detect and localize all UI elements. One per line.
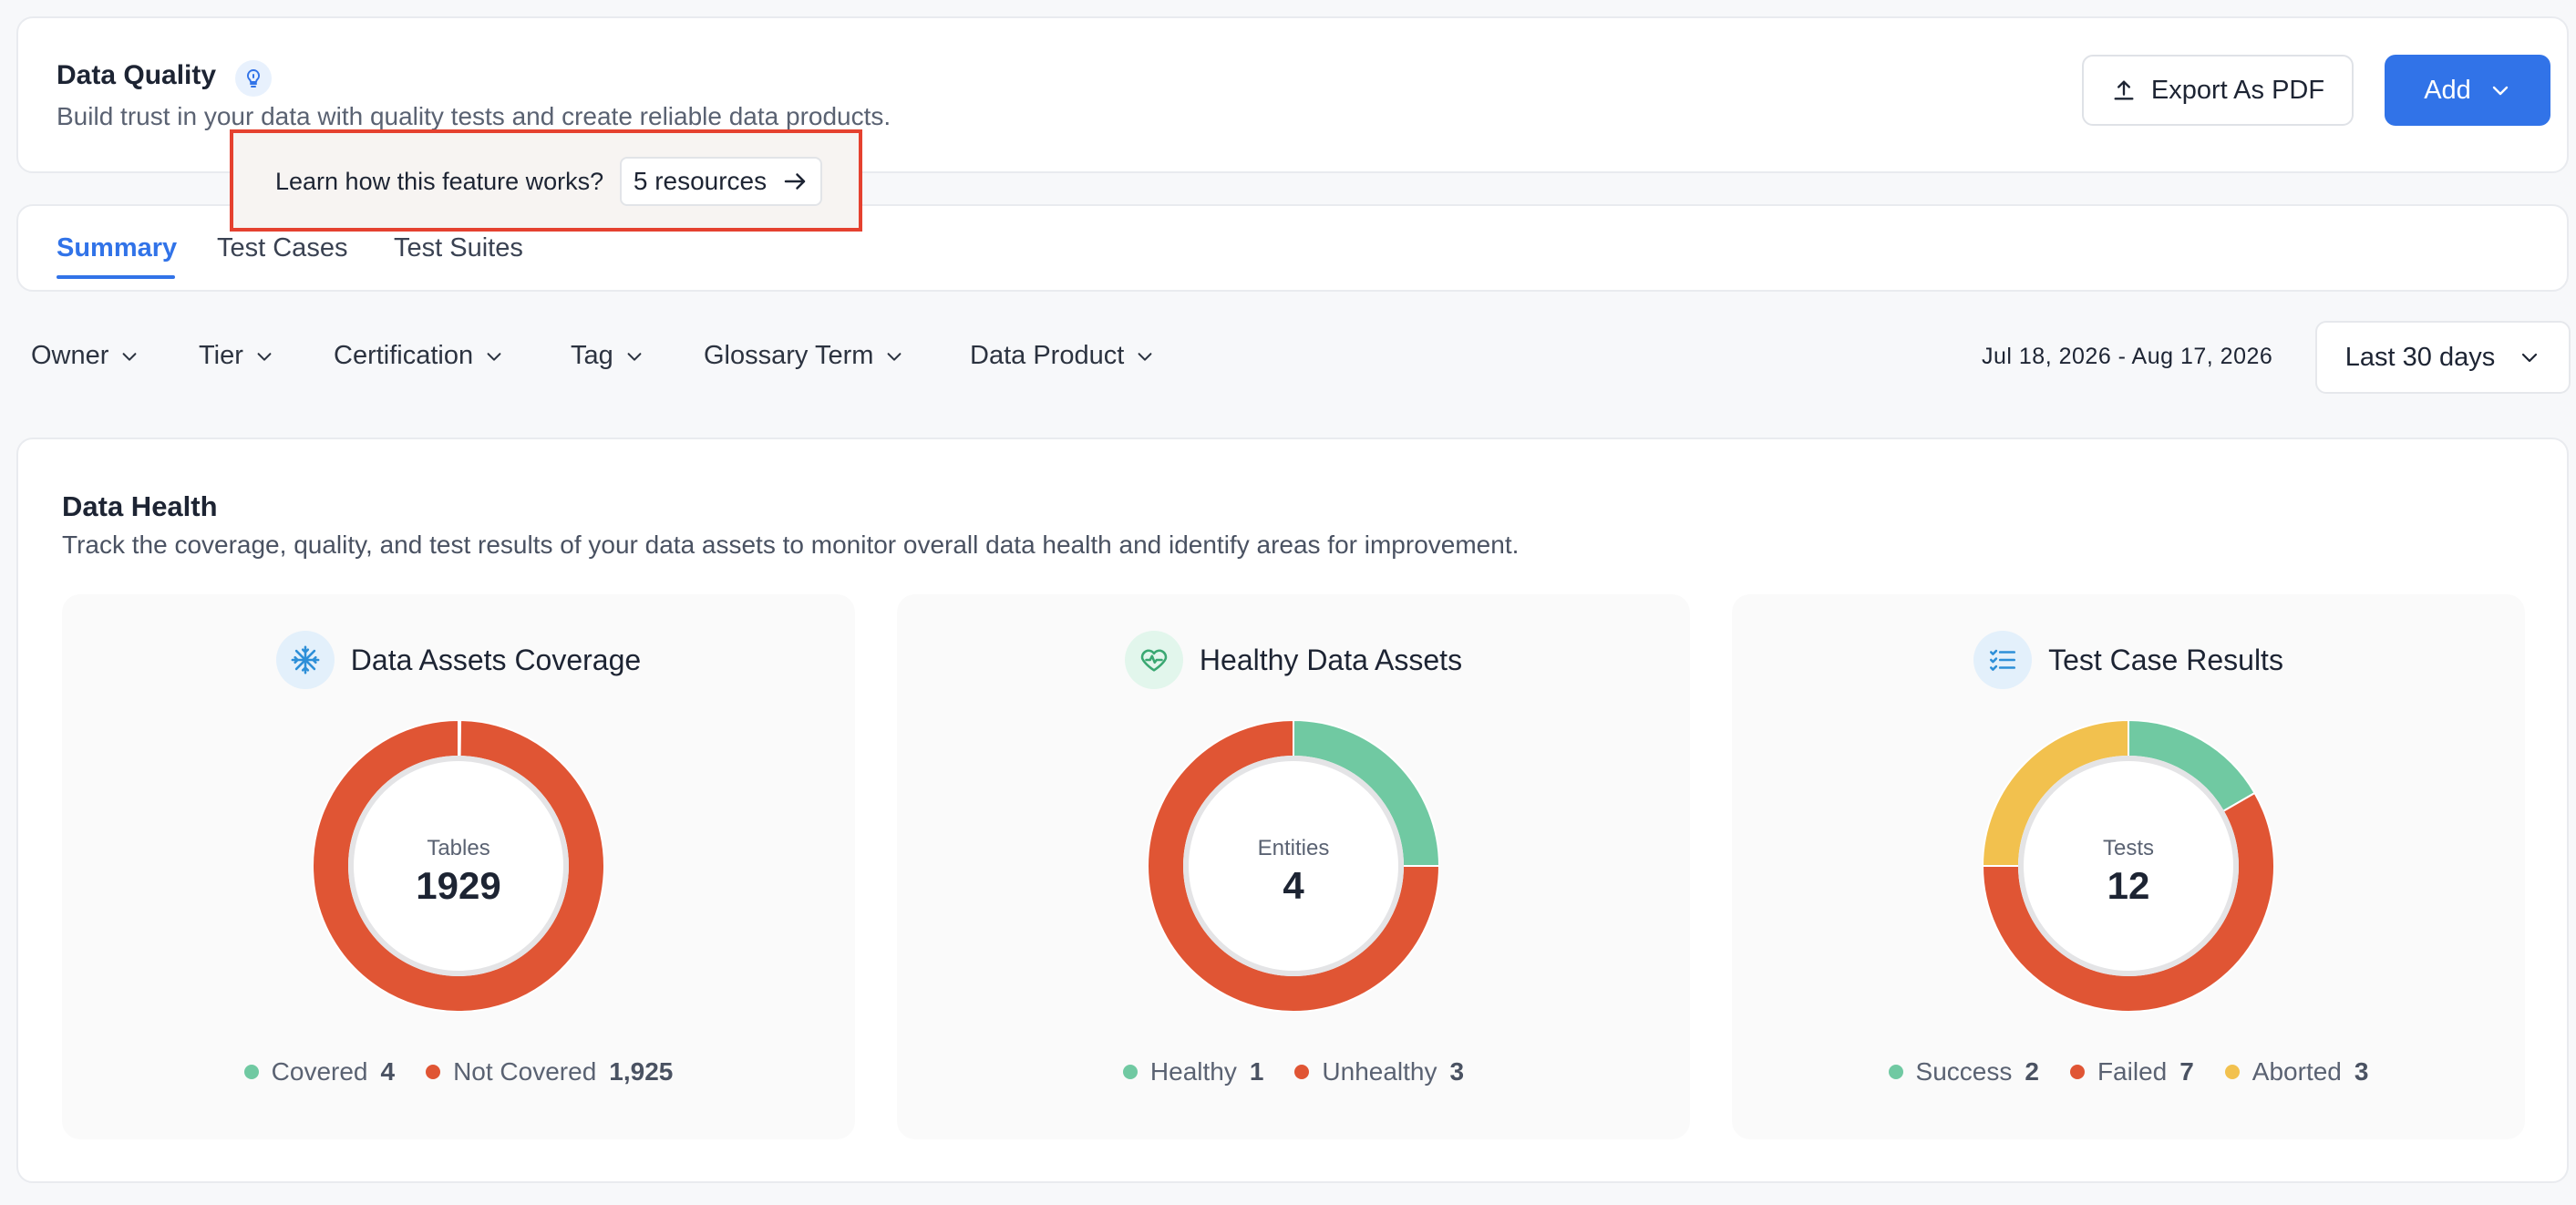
upload-icon: [2114, 80, 2134, 100]
filter-glossary-term-label: Glossary Term: [704, 341, 874, 370]
healthy-donut-chart: Entities 4: [1148, 720, 1439, 1012]
healthy-data-assets-panel: Healthy Data Assets Entities 4 Healthy 1 …: [897, 594, 1690, 1139]
legend-value: 3: [2354, 1057, 2369, 1086]
learn-feature-text: Learn how this feature works?: [275, 168, 604, 195]
panel-title: Test Case Results: [2048, 643, 2283, 676]
panel-title: Data Assets Coverage: [350, 643, 642, 676]
page-title: Data Quality: [57, 60, 217, 90]
legend-failed: Failed 7: [2069, 1057, 2194, 1087]
legend-label: Healthy: [1149, 1057, 1237, 1086]
filter-data-product[interactable]: Data Product: [970, 341, 1155, 371]
coverage-donut-chart: Tables 1929: [313, 720, 604, 1012]
legend-label: Covered: [271, 1057, 368, 1086]
data-health-card: Data Health Track the coverage, quality,…: [16, 438, 2569, 1183]
panel-title: Healthy Data Assets: [1199, 643, 1463, 676]
filter-data-product-label: Data Product: [970, 341, 1125, 370]
heart-pulse-icon: [1124, 631, 1183, 689]
data-health-description: Track the coverage, quality, and test re…: [62, 530, 1520, 559]
resources-label: 5 resources: [633, 167, 768, 195]
coverage-legend: Covered 4 Not Covered 1,925: [62, 1057, 855, 1087]
donut-center-value: 1929: [416, 864, 500, 907]
legend-label: Unhealthy: [1322, 1057, 1437, 1086]
legend-label: Not Covered: [453, 1057, 597, 1086]
filter-certification-label: Certification: [334, 341, 474, 370]
chevron-down-icon: [2492, 86, 2508, 96]
chevron-down-icon: [887, 352, 902, 361]
legend-covered: Covered 4: [243, 1057, 396, 1087]
legend-value: 1: [1249, 1057, 1264, 1086]
donut-center-label: Tables: [427, 836, 489, 860]
period-select[interactable]: Last 30 days: [2315, 321, 2571, 394]
legend-value: 2: [2025, 1057, 2039, 1086]
add-label: Add: [2424, 75, 2471, 105]
test-results-legend: Success 2 Failed 7 Aborted 3: [1732, 1057, 2525, 1087]
filter-tag[interactable]: Tag: [571, 341, 644, 371]
test-results-donut-chart: Tests 12: [1983, 720, 2274, 1012]
healthy-legend: Healthy 1 Unhealthy 3: [897, 1057, 1690, 1087]
chevron-down-icon: [122, 352, 137, 361]
export-pdf-label: Export As PDF: [2150, 75, 2325, 105]
checklist-icon: [1973, 631, 2033, 689]
legend-label: Success: [1915, 1057, 2013, 1086]
legend-value: 3: [1449, 1057, 1465, 1086]
add-button[interactable]: Add: [2385, 55, 2550, 126]
period-select-label: Last 30 days: [2344, 342, 2496, 372]
legend-value: 4: [380, 1057, 396, 1086]
filter-certification[interactable]: Certification: [334, 341, 504, 371]
filter-tier-label: Tier: [199, 341, 243, 370]
donut-center-label: Tests: [2103, 836, 2154, 860]
filter-owner-label: Owner: [31, 341, 109, 370]
filter-tag-label: Tag: [571, 341, 613, 370]
test-case-results-panel: Test Case Results Tests 12 Success 2 Fail…: [1732, 594, 2525, 1139]
legend-success: Success 2: [1888, 1057, 2039, 1087]
legend-label: Failed: [2097, 1057, 2168, 1086]
legend-label: Aborted: [2251, 1057, 2342, 1086]
data-assets-coverage-panel: Data Assets Coverage Tables 1929 Covered …: [62, 594, 855, 1139]
export-pdf-button[interactable]: Export As PDF: [2082, 55, 2354, 126]
legend-healthy: Healthy 1: [1122, 1057, 1264, 1087]
filter-glossary-term[interactable]: Glossary Term: [704, 341, 904, 371]
resources-button[interactable]: 5 resources: [620, 157, 822, 206]
date-range-text: Jul 18, 2026 - Aug 17, 2026: [1982, 344, 2273, 369]
lightbulb-icon[interactable]: [235, 60, 272, 97]
legend-not-covered: Not Covered 1,925: [426, 1057, 673, 1087]
arrow-right-icon: [784, 173, 806, 190]
tab-test-cases[interactable]: Test Cases: [217, 233, 347, 263]
chevron-down-icon: [257, 352, 272, 361]
donut-center-label: Entities: [1258, 836, 1330, 860]
tab-summary[interactable]: Summary: [57, 233, 177, 263]
data-health-title: Data Health: [62, 490, 218, 522]
legend-value: 7: [2179, 1057, 2194, 1086]
page-subtitle: Build trust in your data with quality te…: [57, 102, 891, 130]
chevron-down-icon: [1138, 352, 1152, 361]
tab-test-suites[interactable]: Test Suites: [394, 233, 523, 263]
chevron-down-icon: [627, 352, 642, 361]
learn-feature-popup: Learn how this feature works? 5 resource…: [230, 129, 862, 232]
legend-aborted: Aborted 3: [2224, 1057, 2369, 1087]
filter-tier[interactable]: Tier: [199, 341, 274, 371]
filter-owner[interactable]: Owner: [31, 341, 139, 371]
legend-value: 1,925: [609, 1057, 674, 1086]
active-tab-indicator: [57, 275, 175, 279]
donut-center-value: 12: [2107, 864, 2150, 907]
chevron-down-icon: [2522, 353, 2538, 363]
legend-unhealthy: Unhealthy 3: [1294, 1057, 1464, 1087]
chevron-down-icon: [487, 352, 501, 361]
donut-center-value: 4: [1283, 864, 1304, 907]
snowflake-icon: [275, 631, 335, 689]
